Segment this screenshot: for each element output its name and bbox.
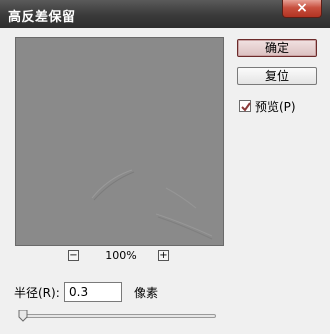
radius-unit: 像素 (134, 286, 159, 300)
high-pass-dialog: 高反差保留 × − 100% + 确定 复位 预览(P) 半径(R): 0.3 … (0, 0, 330, 334)
close-button[interactable]: × (282, 0, 322, 18)
zoom-level: 100% (105, 249, 137, 262)
zoom-in-button[interactable]: + (158, 250, 169, 261)
ok-button[interactable]: 确定 (237, 39, 317, 57)
zoom-out-button[interactable]: − (68, 250, 79, 261)
dialog-title: 高反差保留 (8, 10, 76, 25)
radius-slider-thumb[interactable] (18, 310, 28, 322)
zoom-controls: − 100% + (6, 249, 236, 266)
radius-slider-track[interactable] (22, 314, 216, 318)
close-icon: × (296, 0, 308, 16)
reset-button[interactable]: 复位 (237, 67, 317, 85)
dialog-body: − 100% + 确定 复位 预览(P) 半径(R): 0.3 像素 (6, 28, 324, 328)
radius-label: 半径(R): (14, 286, 60, 300)
radius-input[interactable]: 0.3 (64, 282, 122, 302)
checkmark-icon (241, 102, 251, 112)
title-bar[interactable]: 高反差保留 × (0, 0, 330, 28)
plus-icon: + (159, 250, 168, 261)
preview-image[interactable] (15, 37, 224, 246)
preview-checkbox-label[interactable]: 预览(P) (255, 98, 296, 115)
minus-icon: − (69, 250, 78, 261)
preview-texture (16, 38, 223, 245)
preview-checkbox[interactable] (239, 100, 251, 112)
